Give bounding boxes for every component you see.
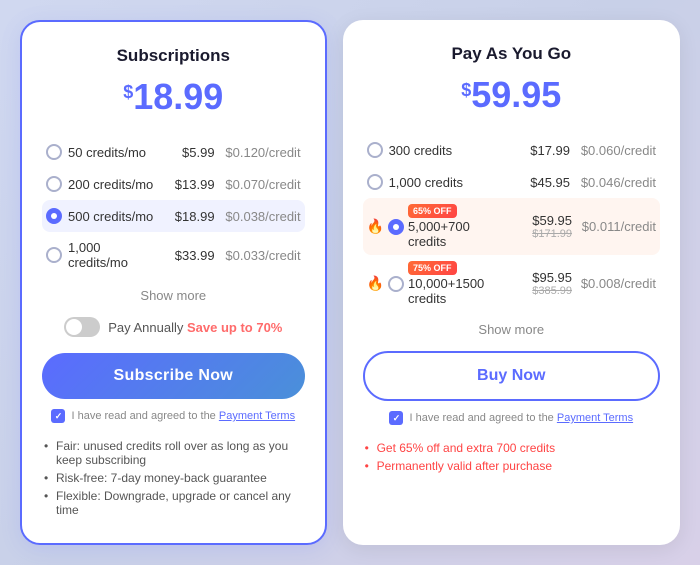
- terms-text-left: I have read and agreed to the Payment Te…: [71, 410, 295, 422]
- payg-option-3[interactable]: 🔥 65% OFF 5,000+700 credits $59.95 $171.…: [363, 198, 660, 255]
- save-text: Save up to 70%: [187, 320, 282, 335]
- subscriptions-price: $18.99: [42, 76, 305, 118]
- option-label-3: 500 credits/mo: [68, 209, 159, 224]
- terms-row-right: I have read and agreed to the Payment Te…: [363, 411, 660, 425]
- subscriptions-card: Subscriptions $18.99 50 credits/mo $5.99…: [20, 20, 327, 545]
- payg-option-4[interactable]: 🔥 75% OFF 10,000+1500 credits $95.95 $38…: [363, 255, 660, 312]
- subscribe-button[interactable]: Subscribe Now: [42, 353, 305, 399]
- feature-bullets: Fair: unused credits roll over as long a…: [42, 437, 305, 519]
- promo-bullet-1: Get 65% off and extra 700 credits: [363, 439, 660, 457]
- toggle-label: Pay Annually Save up to 70%: [108, 320, 282, 335]
- payg-price-2: $45.95: [520, 175, 570, 190]
- option-per-credit-1: $0.120/credit: [221, 145, 301, 160]
- subscription-option-1[interactable]: 50 credits/mo $5.99 $0.120/credit: [42, 136, 305, 168]
- option-price-1: $5.99: [165, 145, 215, 160]
- option-label-2: 200 credits/mo: [68, 177, 159, 192]
- payg-amount: 59.95: [471, 74, 561, 115]
- bullet-2: Risk-free: 7-day money-back guarantee: [42, 469, 305, 487]
- option-price-4: $33.99: [165, 248, 215, 263]
- bullet-1: Fair: unused credits roll over as long a…: [42, 437, 305, 469]
- bullet-3: Flexible: Downgrade, upgrade or cancel a…: [42, 487, 305, 519]
- payg-option-2[interactable]: 1,000 credits $45.95 $0.046/credit: [363, 166, 660, 198]
- payg-per-credit-2: $0.046/credit: [576, 175, 656, 190]
- subscriptions-currency: $: [123, 82, 133, 103]
- payg-radio-4[interactable]: [388, 276, 404, 292]
- option-price-3: $18.99: [165, 209, 215, 224]
- main-container: Subscriptions $18.99 50 credits/mo $5.99…: [0, 0, 700, 565]
- terms-link-right[interactable]: Payment Terms: [557, 412, 633, 424]
- payg-currency: $: [461, 80, 471, 101]
- promo-bullet-2: Permanently valid after purchase: [363, 457, 660, 475]
- buy-now-button[interactable]: Buy Now: [363, 351, 660, 401]
- subscription-option-3[interactable]: 500 credits/mo $18.99 $0.038/credit: [42, 200, 305, 232]
- payg-title: Pay As You Go: [363, 44, 660, 64]
- payg-label-2: 1,000 credits: [389, 175, 514, 190]
- payg-per-credit-3: $0.011/credit: [576, 219, 656, 234]
- fire-icon-3: 🔥: [367, 218, 384, 235]
- radio-3[interactable]: [46, 208, 62, 224]
- terms-checkbox-left[interactable]: [51, 409, 65, 423]
- payg-radio-2[interactable]: [367, 174, 383, 190]
- option-per-credit-4: $0.033/credit: [221, 248, 301, 263]
- terms-checkbox-right[interactable]: [389, 411, 403, 425]
- payg-price: $59.95: [363, 74, 660, 116]
- terms-text-right: I have read and agreed to the Payment Te…: [409, 412, 633, 424]
- option-label-1: 50 credits/mo: [68, 145, 159, 160]
- payg-label-1: 300 credits: [389, 143, 514, 158]
- subscriptions-show-more[interactable]: Show more: [42, 288, 305, 303]
- promo-bullets: Get 65% off and extra 700 credits Perman…: [363, 439, 660, 475]
- payg-strikethrough-4: $385.99: [532, 285, 572, 297]
- subscriptions-amount: 18.99: [133, 76, 223, 117]
- option-price-2: $13.99: [165, 177, 215, 192]
- subscription-option-2[interactable]: 200 credits/mo $13.99 $0.070/credit: [42, 168, 305, 200]
- payg-options: 300 credits $17.99 $0.060/credit 1,000 c…: [363, 134, 660, 312]
- toggle-row: Pay Annually Save up to 70%: [42, 317, 305, 337]
- fire-icon-4: 🔥: [367, 275, 384, 292]
- payg-radio-1[interactable]: [367, 142, 383, 158]
- payg-show-more[interactable]: Show more: [363, 322, 660, 337]
- annual-toggle[interactable]: [64, 317, 100, 337]
- option-label-4: 1,000 credits/mo: [68, 240, 159, 270]
- radio-2[interactable]: [46, 176, 62, 192]
- radio-4[interactable]: [46, 247, 62, 263]
- payg-per-credit-1: $0.060/credit: [576, 143, 656, 158]
- subscription-option-4[interactable]: 1,000 credits/mo $33.99 $0.033/credit: [42, 232, 305, 278]
- payg-label-4: 10,000+1500 credits: [408, 276, 498, 306]
- payg-label-3: 5,000+700 credits: [408, 219, 498, 249]
- payg-radio-3[interactable]: [388, 219, 404, 235]
- payg-price-1: $17.99: [520, 143, 570, 158]
- payg-card: Pay As You Go $59.95 300 credits $17.99 …: [343, 20, 680, 545]
- subscriptions-options: 50 credits/mo $5.99 $0.120/credit 200 cr…: [42, 136, 305, 278]
- option-per-credit-2: $0.070/credit: [221, 177, 301, 192]
- payg-per-credit-4: $0.008/credit: [576, 276, 656, 291]
- badge-3: 65% OFF: [408, 204, 457, 218]
- subscriptions-title: Subscriptions: [42, 46, 305, 66]
- terms-link-left[interactable]: Payment Terms: [219, 410, 295, 422]
- terms-row-left: I have read and agreed to the Payment Te…: [42, 409, 305, 423]
- payg-price-stack-4: $95.95 $385.99: [502, 270, 572, 297]
- payg-price-3: $59.95: [522, 213, 572, 228]
- badge-4: 75% OFF: [408, 261, 457, 275]
- radio-1[interactable]: [46, 144, 62, 160]
- option-per-credit-3: $0.038/credit: [221, 209, 301, 224]
- payg-strikethrough-3: $171.99: [532, 228, 572, 240]
- payg-price-stack-3: $59.95 $171.99: [502, 213, 572, 240]
- payg-option-1[interactable]: 300 credits $17.99 $0.060/credit: [363, 134, 660, 166]
- payg-price-4: $95.95: [522, 270, 572, 285]
